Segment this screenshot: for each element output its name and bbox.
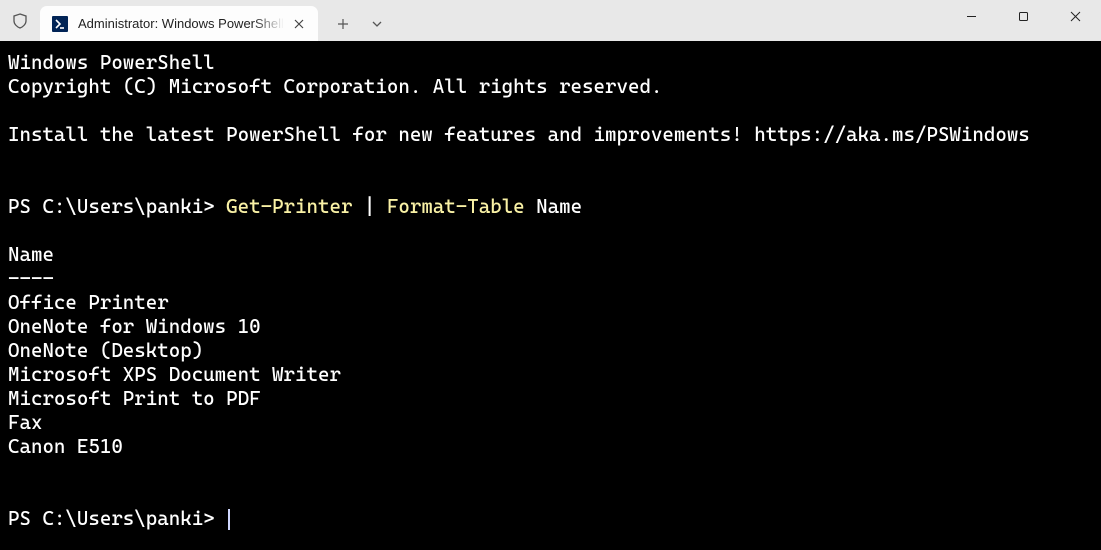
app-icon [0, 0, 40, 41]
tab-active[interactable]: Administrator: Windows PowerShell [40, 6, 318, 41]
column-underline: ---- [8, 267, 54, 290]
banner-line: Copyright (C) Microsoft Corporation. All… [8, 75, 662, 98]
terminal-output[interactable]: Windows PowerShell Copyright (C) Microso… [0, 41, 1101, 550]
powershell-icon [52, 16, 68, 32]
cmdlet: Format-Table [387, 195, 525, 218]
pipe: | [352, 195, 386, 218]
cmdlet: Get-Printer [226, 195, 352, 218]
printer-row: Microsoft XPS Document Writer [8, 363, 341, 386]
printer-row: OneNote for Windows 10 [8, 315, 261, 338]
prompt-prefix: PS C:\Users\panki> [8, 195, 226, 218]
plus-icon [337, 18, 349, 30]
chevron-down-icon [372, 19, 382, 29]
column-header: Name [8, 243, 54, 266]
close-icon [294, 19, 304, 29]
printer-row: Microsoft Print to PDF [8, 387, 261, 410]
shield-icon [12, 13, 28, 29]
tab-dropdown-button[interactable] [360, 6, 394, 41]
minimize-icon [966, 11, 977, 22]
banner-line: Install the latest PowerShell for new fe… [8, 123, 1030, 146]
prompt-prefix: PS C:\Users\panki> [8, 507, 226, 530]
printer-row: OneNote (Desktop) [8, 339, 203, 362]
printer-row: Canon E510 [8, 435, 123, 458]
cursor [228, 509, 230, 530]
tab-close-button[interactable] [290, 15, 308, 33]
printer-row: Office Printer [8, 291, 169, 314]
terminal-window: Administrator: Windows PowerShell Window… [0, 0, 1101, 550]
tab-title: Administrator: Windows PowerShell [78, 16, 284, 31]
cmd-arg: Name [525, 195, 582, 218]
maximize-icon [1018, 11, 1029, 22]
banner-line: Windows PowerShell [8, 51, 215, 74]
new-tab-button[interactable] [326, 6, 360, 41]
maximize-button[interactable] [997, 0, 1049, 32]
close-icon [1070, 11, 1081, 22]
minimize-button[interactable] [945, 0, 997, 32]
titlebar: Administrator: Windows PowerShell [0, 0, 1101, 41]
printer-row: Fax [8, 411, 42, 434]
window-controls [945, 0, 1101, 32]
close-window-button[interactable] [1049, 0, 1101, 32]
